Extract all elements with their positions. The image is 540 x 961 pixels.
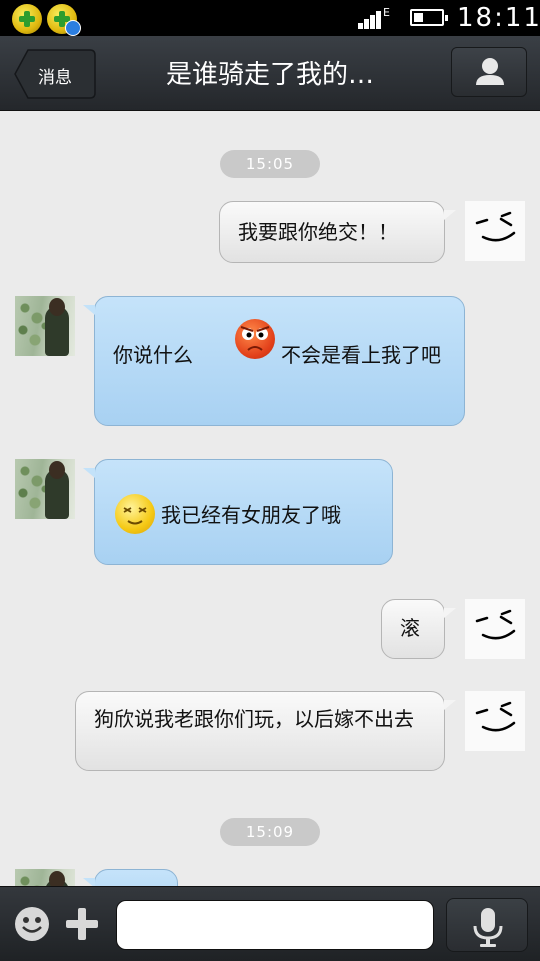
- angry-face-emoji: [235, 319, 275, 359]
- microphone-icon: [473, 908, 503, 947]
- emoji-button[interactable]: [14, 906, 50, 942]
- more-button[interactable]: [64, 906, 100, 942]
- my-avatar[interactable]: [465, 691, 525, 751]
- chat-title: 是谁骑走了我的…: [165, 60, 374, 90]
- smirk-face-icon: [475, 609, 516, 640]
- my-avatar[interactable]: [465, 599, 525, 659]
- input-bar: [0, 886, 540, 961]
- my-avatar[interactable]: [465, 201, 525, 261]
- message-text: 滚: [400, 616, 420, 640]
- voice-button[interactable]: [446, 898, 528, 952]
- message-text: 我已经有女朋友了哦: [161, 503, 341, 527]
- status-bar: E 18:11: [0, 0, 540, 36]
- message-bubble-outgoing[interactable]: 狗欣说我老跟你们玩，以后嫁不出去: [75, 691, 456, 771]
- smile-face-emoji: [115, 494, 155, 534]
- 360-security-plus-icon: [12, 4, 42, 34]
- 360-update-icon: [47, 4, 81, 36]
- message-input[interactable]: [116, 900, 434, 950]
- chat-header: 消息 是谁骑走了我的…: [0, 36, 540, 111]
- plus-icon: [66, 908, 98, 940]
- message-bubble-outgoing[interactable]: 滚: [381, 599, 456, 659]
- network-type: E: [383, 6, 390, 19]
- message-bubble-incoming[interactable]: 我已经有女朋友了哦: [83, 459, 393, 565]
- friend-avatar[interactable]: [15, 296, 75, 356]
- chat-messages[interactable]: 15:05 我要跟你绝交！！ 你说什么 不会是看上我了吧 我已经有女朋友了哦 滚…: [0, 111, 540, 886]
- timestamp: 15:05: [220, 150, 320, 178]
- message-bubble-incoming[interactable]: 你说什么 不会是看上我了吧: [83, 296, 465, 426]
- friend-avatar[interactable]: [15, 459, 75, 519]
- smirk-face-icon: [475, 701, 516, 732]
- smirk-face-icon: [475, 211, 516, 242]
- battery-icon: [410, 9, 448, 26]
- person-icon: [476, 58, 504, 85]
- timestamp: 15:09: [220, 818, 320, 846]
- contact-info-button[interactable]: [451, 47, 527, 97]
- message-text-part: 不会是看上我了吧: [281, 343, 441, 367]
- status-time: 18:11: [457, 3, 540, 33]
- message-bubble-outgoing[interactable]: 我要跟你绝交！！: [219, 201, 456, 263]
- back-button[interactable]: 消息: [14, 49, 96, 99]
- smiley-icon: [15, 907, 49, 941]
- back-button-label: 消息: [38, 68, 72, 88]
- message-text-part: 你说什么: [113, 343, 193, 367]
- message-bubble-incoming[interactable]: [83, 869, 178, 886]
- message-text: 我要跟你绝交！！: [238, 220, 398, 244]
- message-text: 狗欣说我老跟你们玩，以后嫁不出去: [94, 707, 414, 731]
- friend-avatar[interactable]: [15, 869, 75, 886]
